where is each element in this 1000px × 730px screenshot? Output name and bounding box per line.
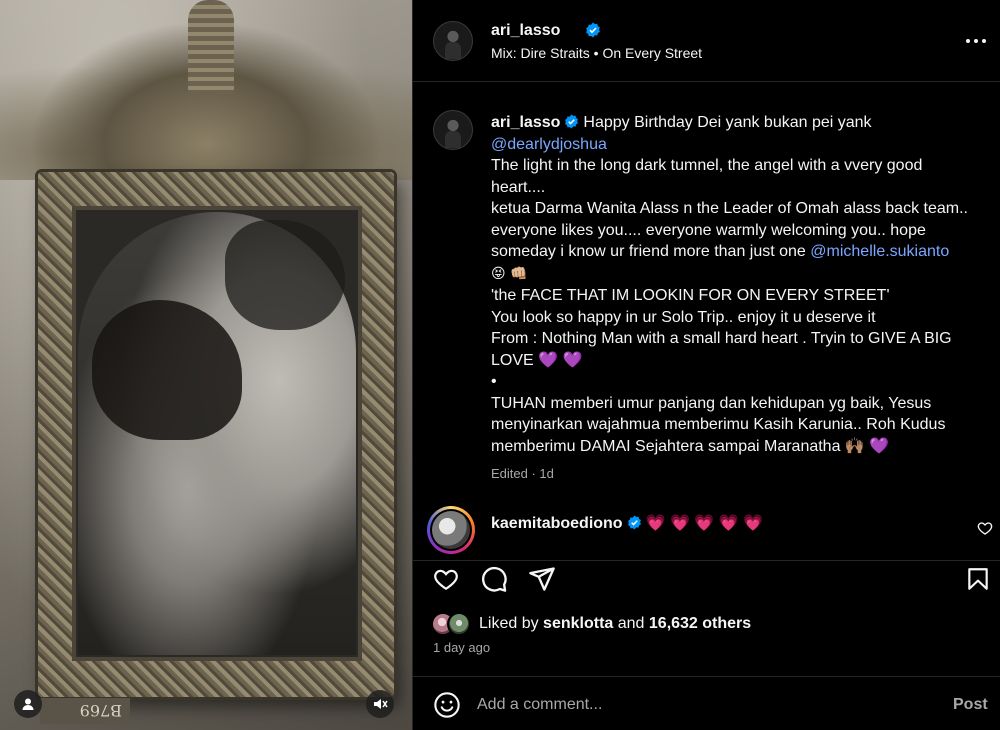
caption-line: From : Nothing Man with a small hard hea…	[491, 330, 952, 347]
share-button[interactable]	[527, 564, 557, 594]
caption-line: Happy Birthday Dei yank bukan pei yank	[583, 114, 872, 131]
commenter-avatar[interactable]	[427, 506, 475, 554]
liker-avatar[interactable]	[447, 612, 471, 636]
comment-input[interactable]	[477, 691, 917, 719]
comment-item: kaemitaboediono 💗 💗 💗 💗 💗	[413, 500, 1000, 554]
caption-username[interactable]: ari_lasso	[491, 114, 560, 131]
liker-username[interactable]: senklotta	[543, 615, 613, 632]
caption-emoji: 😝 👊🏼	[491, 265, 528, 282]
caption-line: ketua Darma Wanita Alass n the Leader of…	[491, 200, 968, 217]
caption-line: You look so happy in ur Solo Trip.. enjo…	[491, 308, 876, 326]
caption-text: ari_lasso Happy Birthday Dei yank bukan …	[491, 112, 991, 485]
like-button[interactable]	[431, 564, 461, 594]
more-options-button[interactable]	[963, 28, 989, 54]
add-comment-bar: Post	[413, 676, 1000, 730]
bookmark-icon	[968, 568, 988, 590]
commenter-username[interactable]: kaemitaboediono	[491, 515, 623, 532]
caption-line: menyinarkan wajahmua memberimu Kasih Kar…	[491, 416, 946, 433]
heart-icon	[434, 569, 458, 591]
post-timestamp[interactable]: 1 day ago	[433, 640, 490, 655]
emoji-button[interactable]	[433, 691, 461, 719]
post-actions	[413, 560, 1000, 596]
likes-joiner: and	[613, 615, 649, 632]
comment-text: kaemitaboediono 💗 💗 💗 💗 💗	[491, 513, 763, 533]
comment-button[interactable]	[479, 564, 509, 594]
caption-line: •	[491, 373, 497, 390]
post-media[interactable]: B769	[0, 0, 412, 730]
mute-button[interactable]	[366, 690, 394, 718]
user-tag-icon	[22, 698, 34, 710]
post-details-panel: ari_lasso Mix: Dire Straits • On Every S…	[412, 0, 1000, 730]
comment-like-icon[interactable]	[977, 520, 993, 536]
caption-line: someday i know ur friend more than just …	[491, 243, 811, 260]
verified-badge-icon	[627, 515, 641, 530]
author-avatar[interactable]	[433, 21, 473, 61]
caption-edited-time: Edited · 1d	[491, 466, 554, 481]
mute-icon	[374, 699, 388, 709]
caption-line: heart....	[491, 178, 546, 196]
likes-summary: Liked by senklotta and 16,632 others	[413, 610, 1000, 638]
caption-line: TUHAN memberi umur panjang dan kehidupan…	[491, 394, 932, 412]
mention-link[interactable]: @dearlydjoshua	[491, 134, 991, 156]
post-comment-button[interactable]: Post	[953, 696, 988, 714]
caption-line: LOVE 💜 💜	[491, 351, 583, 369]
verified-badge-icon	[586, 22, 600, 38]
audio-attribution[interactable]: Mix: Dire Straits • On Every Street	[491, 45, 702, 61]
author-username[interactable]: ari_lasso	[491, 22, 560, 40]
save-button[interactable]	[963, 564, 993, 594]
likes-count[interactable]: 16,632 others	[649, 615, 751, 632]
comment-icon	[482, 566, 507, 592]
likes-prefix: Liked by	[479, 615, 544, 632]
mention-link[interactable]: @michelle.sukianto	[810, 243, 949, 260]
caption-line: 'the FACE THAT IM LOOKIN FOR ON EVERY ST…	[491, 287, 890, 304]
post-header: ari_lasso Mix: Dire Straits • On Every S…	[413, 0, 1000, 82]
comment-body: 💗 💗 💗 💗 💗	[645, 515, 763, 532]
emoji-icon	[434, 692, 460, 718]
user-tag-button[interactable]	[14, 690, 42, 718]
verified-badge-icon	[565, 114, 579, 129]
frame-label: B769	[40, 698, 130, 724]
caption-line: everyone likes you.... everyone warmly w…	[491, 221, 926, 239]
caption-line: memberimu DAMAI Sejahtera sampai Maranat…	[491, 437, 890, 455]
more-icon	[966, 39, 986, 43]
caption-line: The light in the long dark tumnel, the a…	[491, 157, 923, 174]
likes-text: Liked by senklotta and 16,632 others	[479, 615, 751, 633]
frame-crest-top	[188, 0, 234, 95]
caption-author-avatar[interactable]	[433, 110, 473, 150]
share-icon	[529, 567, 555, 591]
